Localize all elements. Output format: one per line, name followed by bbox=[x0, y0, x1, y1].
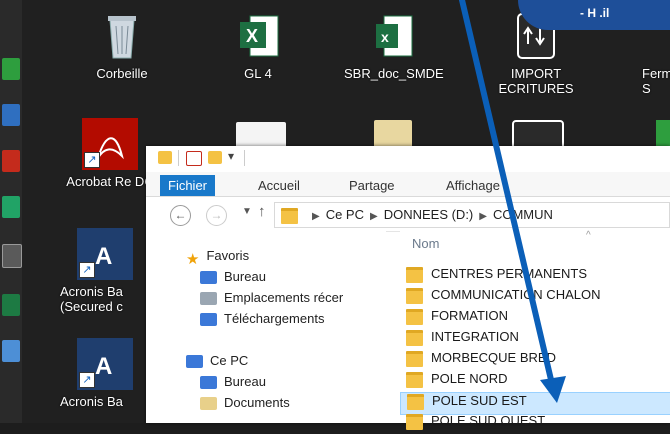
annotation-arrow bbox=[459, 0, 566, 403]
annotation-arrow-head bbox=[540, 376, 566, 403]
annotation-arrow-shaft bbox=[459, 0, 555, 387]
